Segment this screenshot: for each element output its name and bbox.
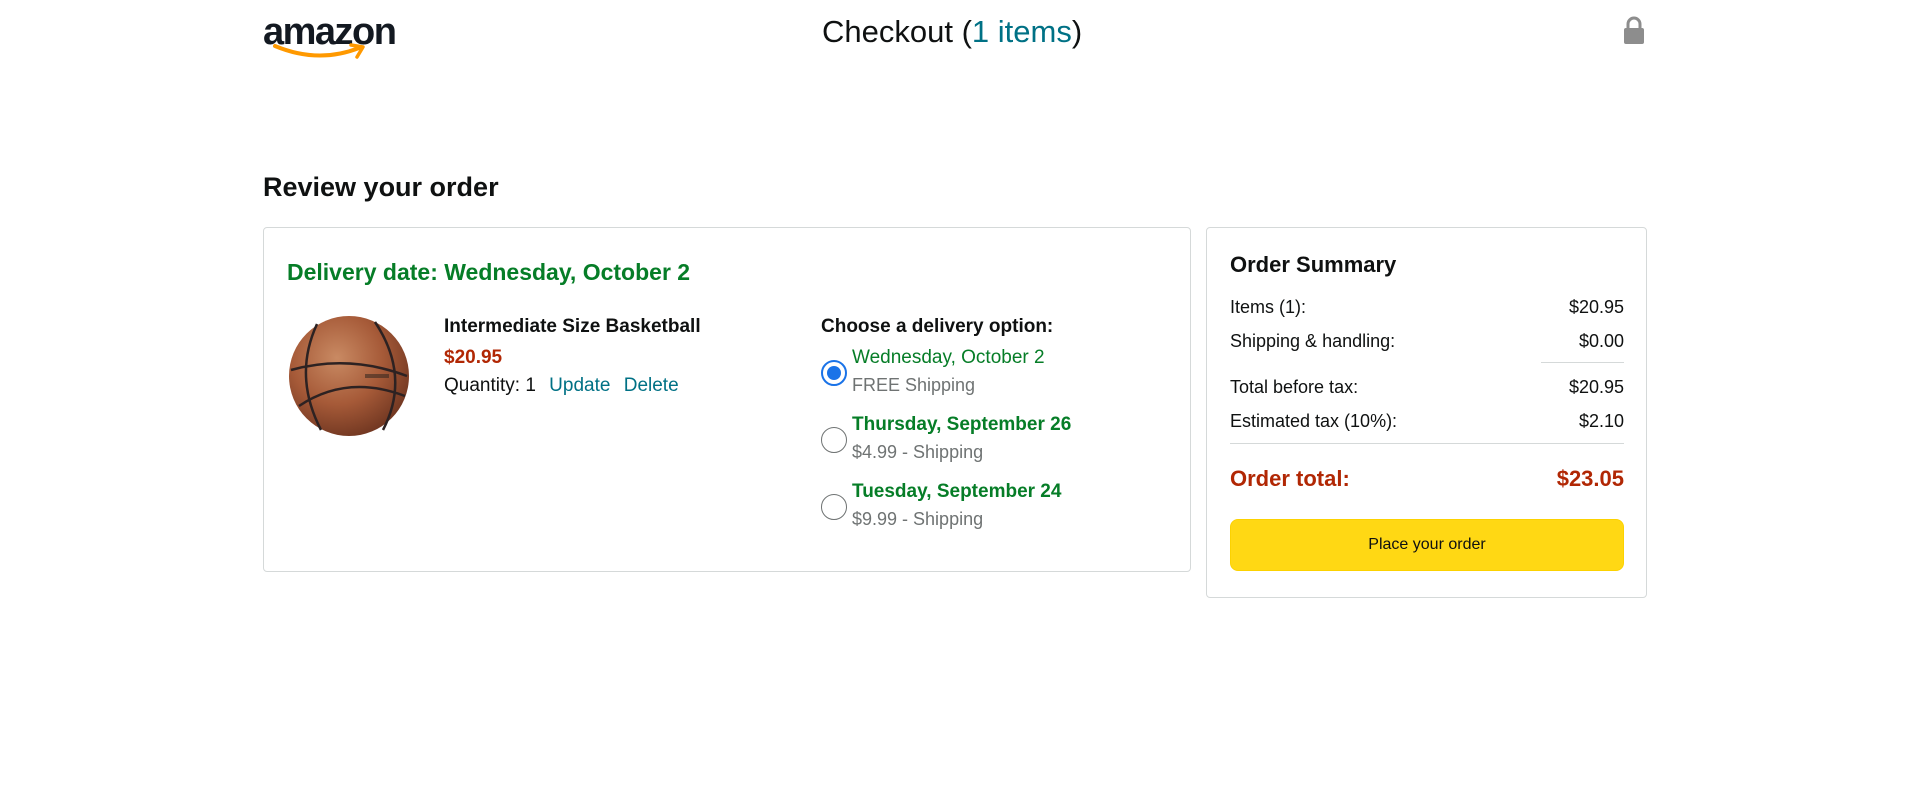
radio-button[interactable] (821, 494, 847, 520)
summary-label: Shipping & handling: (1230, 331, 1396, 351)
product-name[interactable]: Intermediate Size Basketball (444, 315, 701, 339)
quantity-label: Quantity: 1 (444, 375, 536, 396)
delivery-option-date: Thursday, September 26 (852, 414, 1072, 435)
order-card: Delivery date: Wednesday, October 2 Inte… (263, 227, 1191, 572)
order-total-value: $23.05 (1556, 466, 1624, 491)
summary-value: $0.00 (1578, 331, 1624, 351)
product-price: $20.95 (444, 347, 503, 368)
delete-link[interactable]: Delete (624, 375, 679, 396)
summary-value: $2.10 (1578, 411, 1624, 431)
checkout-prefix: Checkout ( (822, 14, 972, 49)
amazon-logo[interactable]: amazon (263, 12, 397, 59)
summary-row-shipping: Shipping & handling: $0.00 (1230, 328, 1624, 354)
divider (1541, 362, 1624, 363)
review-heading: Review your order (263, 172, 499, 202)
summary-label: Total before tax: (1230, 377, 1359, 397)
order-total-label: Order total: (1230, 466, 1350, 491)
order-summary-card: Order Summary Items (1): $20.95 Shipping… (1206, 227, 1647, 598)
checkout-suffix: ) (1071, 14, 1083, 49)
radio-button[interactable] (821, 427, 847, 453)
delivery-option-date: Wednesday, October 2 (852, 347, 1045, 368)
divider (1230, 443, 1624, 444)
delivery-option-1[interactable]: Wednesday, October 2 FREE Shipping (821, 346, 1141, 400)
delivery-option-cost: $9.99 - Shipping (852, 509, 984, 529)
checkout-page: amazon Checkout (1 items) Review your or… (0, 0, 1908, 798)
delivery-options-title: Choose a delivery option: (821, 316, 1054, 337)
delivery-date-heading: Delivery date: Wednesday, October 2 (287, 259, 691, 285)
checkout-title: Checkout (1 items) (822, 12, 1082, 52)
delivery-option-2[interactable]: Thursday, September 26 $4.99 - Shipping (821, 413, 1141, 467)
delivery-option-3[interactable]: Tuesday, September 24 $9.99 - Shipping (821, 480, 1141, 534)
place-order-button[interactable]: Place your order (1230, 519, 1624, 571)
order-total-row: Order total: $23.05 (1230, 464, 1624, 494)
summary-row-total-before-tax: Total before tax: $20.95 (1230, 374, 1624, 400)
basketball-image[interactable] (287, 314, 411, 438)
summary-row-estimated-tax: Estimated tax (10%): $2.10 (1230, 408, 1624, 434)
summary-label: Items (1): (1230, 297, 1307, 317)
summary-value: $20.95 (1568, 297, 1624, 317)
radio-button-selected[interactable] (821, 360, 847, 386)
delivery-option-cost: $4.99 - Shipping (852, 442, 984, 462)
summary-value: $20.95 (1568, 377, 1624, 397)
update-link[interactable]: Update (549, 375, 610, 396)
checkout-item-count-link[interactable]: 1 items (972, 14, 1072, 49)
delivery-option-date: Tuesday, September 24 (852, 481, 1062, 502)
order-summary-title: Order Summary (1230, 252, 1397, 277)
delivery-options: Choose a delivery option: Wednesday, Oct… (821, 315, 1161, 529)
smile-arrow-icon (273, 43, 365, 59)
header: amazon Checkout (1 items) (0, 0, 1908, 70)
summary-label: Estimated tax (10%): (1230, 411, 1398, 431)
summary-row-items: Items (1): $20.95 (1230, 294, 1624, 320)
lock-icon (1624, 16, 1644, 44)
delivery-option-cost: FREE Shipping (852, 375, 976, 395)
quantity-row: Quantity: 1 Update Delete (444, 374, 679, 398)
